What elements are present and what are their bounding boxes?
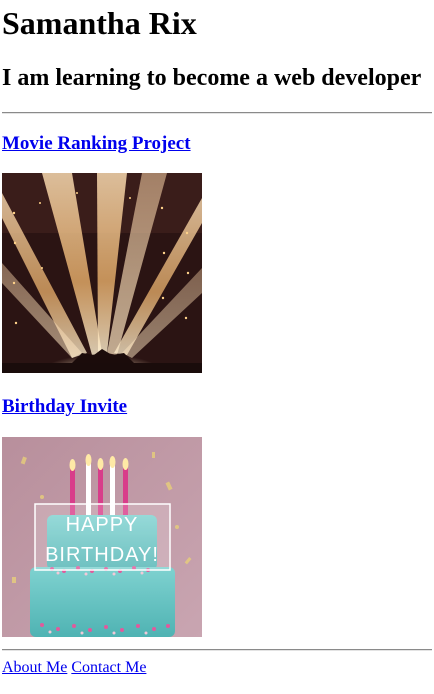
stage-spotlights-image (2, 173, 202, 373)
movie-ranking-link[interactable]: Movie Ranking Project (2, 133, 191, 154)
birthday-cake-image: HAPPY BIRTHDAY! (2, 437, 202, 637)
page-title: Samantha Rix (2, 5, 197, 41)
about-me-link[interactable]: About Me (2, 659, 67, 676)
movie-ranking-image-link[interactable] (2, 173, 202, 373)
top-divider (2, 112, 432, 114)
page: Samantha Rix I am learning to become a w… (0, 0, 434, 694)
birthday-invite-link[interactable]: Birthday Invite (2, 396, 127, 417)
footer-nav: About Me Contact Me (2, 657, 146, 679)
contact-me-link[interactable]: Contact Me (71, 659, 146, 676)
project-title-movie-ranking: Movie Ranking Project (2, 132, 191, 156)
page-subtitle: I am learning to become a web developer (2, 65, 422, 91)
cake-image-text-line2: BIRTHDAY! (45, 544, 159, 566)
birthday-invite-image-link[interactable]: HAPPY BIRTHDAY! (2, 437, 202, 637)
bottom-divider (2, 649, 432, 651)
cake-image-text-line1: HAPPY (66, 514, 139, 536)
project-title-birthday-invite: Birthday Invite (2, 395, 127, 419)
